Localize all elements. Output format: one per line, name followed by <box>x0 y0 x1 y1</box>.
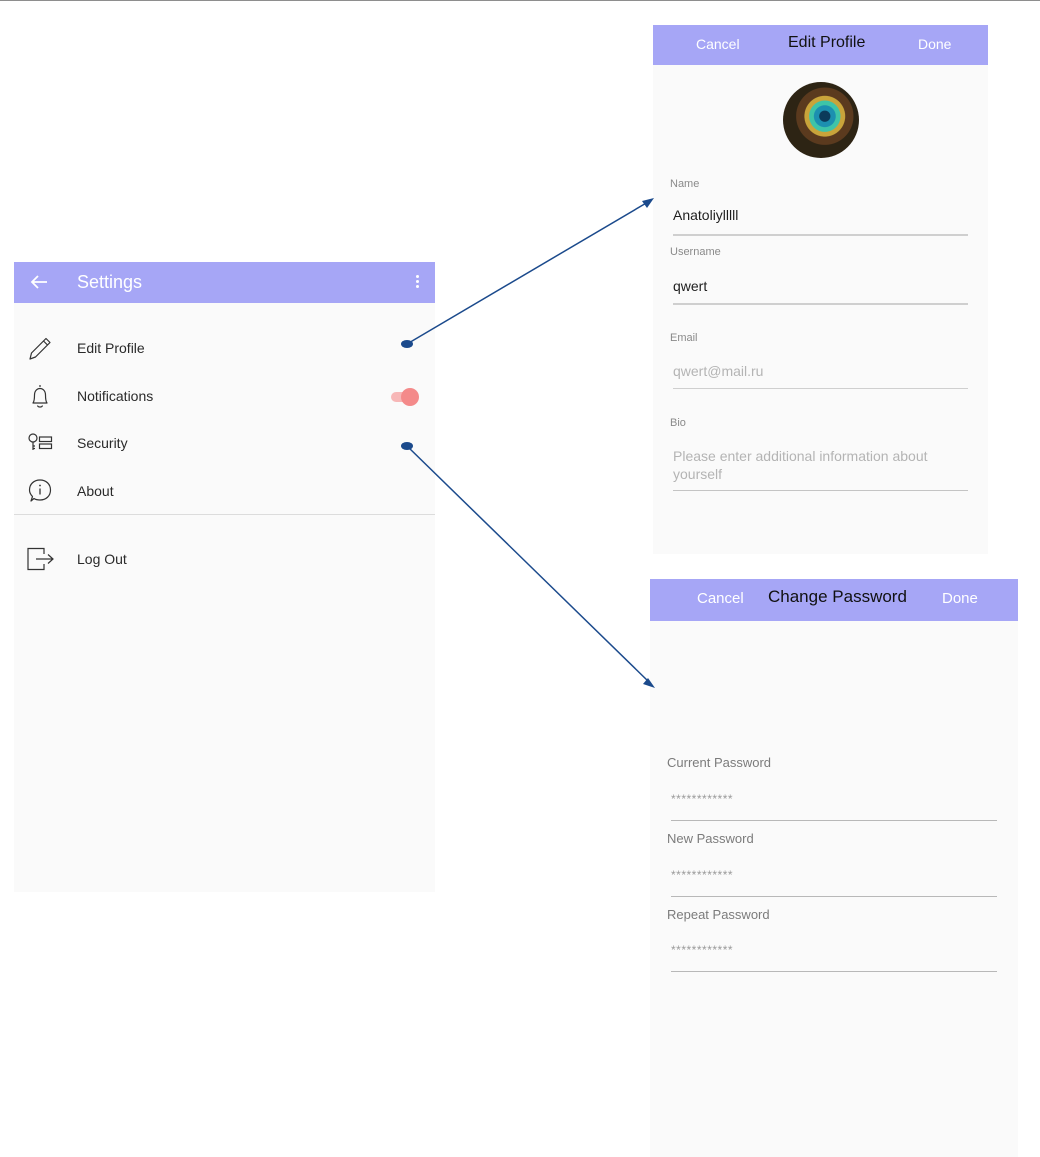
flow-connectors <box>401 198 655 688</box>
connector-security <box>401 442 655 688</box>
connector-edit-profile <box>401 198 654 348</box>
